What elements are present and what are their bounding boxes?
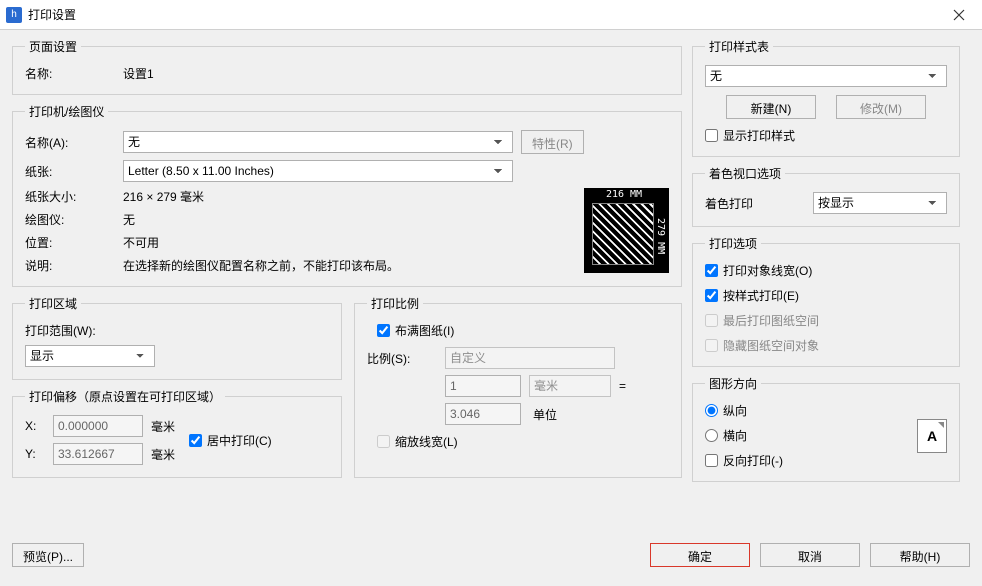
window-title: 打印设置	[28, 6, 76, 23]
scale-bottom-unit: 单位	[529, 406, 611, 423]
app-icon: h	[6, 7, 22, 23]
paper-size-label: 纸张大小:	[25, 188, 115, 205]
print-options-legend: 打印选项	[705, 235, 761, 252]
desc-value: 在选择新的绘图仪配置名称之前，不能打印该布局。	[123, 257, 399, 274]
fit-paper-checkbox[interactable]: 布满图纸(I)	[377, 322, 669, 339]
where-label: 位置:	[25, 234, 115, 251]
print-offset-legend: 打印偏移（原点设置在可打印区域）	[25, 388, 225, 405]
scale-top-input	[445, 375, 521, 397]
scale-top-unit-select: 毫米	[529, 375, 611, 397]
offset-x-label: X:	[25, 419, 45, 433]
shade-label: 着色打印	[705, 195, 805, 212]
orientation-legend: 图形方向	[705, 375, 761, 392]
style-table-legend: 打印样式表	[705, 38, 773, 55]
shade-view-group: 着色视口选项 着色打印 按显示	[692, 165, 960, 227]
page-name-label: 名称:	[25, 65, 115, 82]
orientation-portrait-radio[interactable]: 纵向	[705, 402, 905, 419]
scale-label: 比例(S):	[367, 350, 437, 367]
printer-legend: 打印机/绘图仪	[25, 103, 108, 120]
paper-label: 纸张:	[25, 163, 115, 180]
close-button[interactable]	[936, 0, 982, 30]
scale-select: 自定义	[445, 347, 615, 369]
display-style-checkbox[interactable]: 显示打印样式	[705, 127, 947, 144]
page-name-value: 设置1	[123, 65, 154, 82]
offset-y-input	[53, 443, 143, 465]
orientation-landscape-radio[interactable]: 横向	[705, 427, 905, 444]
plotter-value: 无	[123, 211, 135, 228]
print-range-select[interactable]: 显示	[25, 345, 155, 367]
shade-select[interactable]: 按显示	[813, 192, 947, 214]
print-scale-group: 打印比例 布满图纸(I) 比例(S): 自定义 毫米 =	[354, 295, 682, 478]
print-area-legend: 打印区域	[25, 295, 81, 312]
scale-bottom-input	[445, 403, 521, 425]
print-options-group: 打印选项 打印对象线宽(O) 按样式打印(E) 最后打印图纸空间 隐藏图纸空间对…	[692, 235, 960, 367]
printer-name-select[interactable]: 无	[123, 131, 513, 153]
printer-name-label: 名称(A):	[25, 134, 115, 151]
where-value: 不可用	[123, 234, 159, 251]
opt-lastspace-checkbox[interactable]: 最后打印图纸空间	[705, 312, 947, 329]
print-range-label: 打印范围(W):	[25, 322, 96, 339]
preview-button[interactable]: 预览(P)...	[12, 543, 84, 567]
style-modify-button: 修改(M)	[836, 95, 926, 119]
center-print-checkbox[interactable]: 居中打印(C)	[189, 432, 272, 449]
title-bar: h 打印设置	[0, 0, 982, 30]
opt-lineweight-checkbox[interactable]: 打印对象线宽(O)	[705, 262, 947, 279]
paper-preview-thumb: 216 MM 279 MM	[584, 188, 669, 273]
orientation-reverse-checkbox[interactable]: 反向打印(-)	[705, 452, 905, 469]
style-table-group: 打印样式表 无 新建(N) 修改(M) 显示打印样式	[692, 38, 960, 157]
bottom-bar: 预览(P)... 确定 取消 帮助(H)	[0, 540, 982, 576]
page-setup-legend: 页面设置	[25, 38, 81, 55]
desc-label: 说明:	[25, 257, 115, 274]
style-table-select[interactable]: 无	[705, 65, 947, 87]
plotter-label: 绘图仪:	[25, 211, 115, 228]
offset-y-unit: 毫米	[151, 446, 175, 463]
paper-size-value: 216 × 279 毫米	[123, 188, 204, 205]
print-area-group: 打印区域 打印范围(W): 显示	[12, 295, 342, 380]
printer-group: 打印机/绘图仪 名称(A): 无 特性(R) 纸张: Letter (8.50 …	[12, 103, 682, 287]
offset-x-unit: 毫米	[151, 418, 175, 435]
ok-button[interactable]: 确定	[650, 543, 750, 567]
shade-view-legend: 着色视口选项	[705, 165, 785, 182]
opt-hidespace-checkbox[interactable]: 隐藏图纸空间对象	[705, 337, 947, 354]
print-scale-legend: 打印比例	[367, 295, 423, 312]
orientation-icon: A	[917, 419, 947, 453]
help-button[interactable]: 帮助(H)	[870, 543, 970, 567]
paper-select[interactable]: Letter (8.50 x 11.00 Inches)	[123, 160, 513, 182]
opt-bystyle-checkbox[interactable]: 按样式打印(E)	[705, 287, 947, 304]
offset-y-label: Y:	[25, 447, 45, 461]
orientation-group: 图形方向 纵向 横向 反向打印(-)	[692, 375, 960, 482]
offset-x-input	[53, 415, 143, 437]
style-new-button[interactable]: 新建(N)	[726, 95, 816, 119]
print-offset-group: 打印偏移（原点设置在可打印区域） X: 毫米 Y: 毫米	[12, 388, 342, 478]
scale-equals: =	[619, 379, 626, 393]
page-setup-group: 页面设置 名称: 设置1	[12, 38, 682, 95]
printer-props-button: 特性(R)	[521, 130, 584, 154]
scale-lineweight-checkbox[interactable]: 缩放线宽(L)	[377, 433, 669, 450]
cancel-button[interactable]: 取消	[760, 543, 860, 567]
